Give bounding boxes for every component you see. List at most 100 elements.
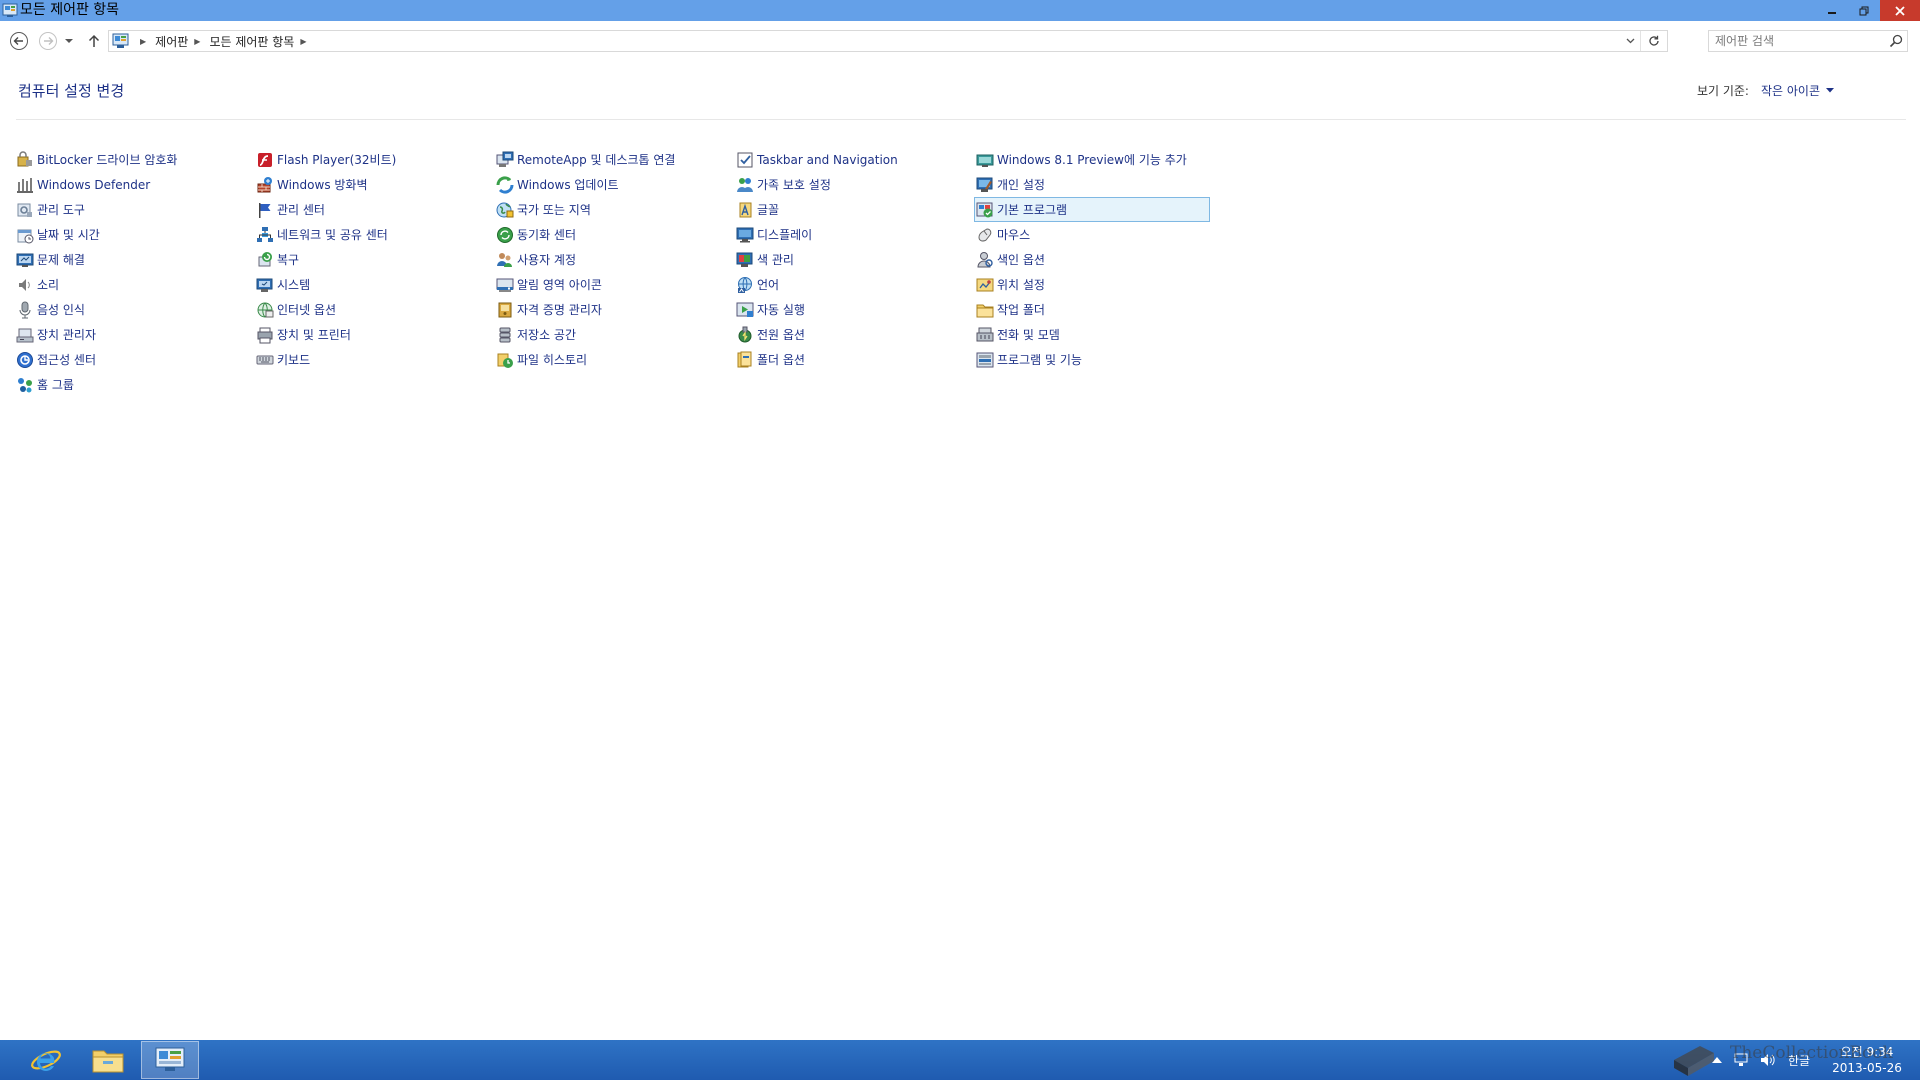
control-panel-item[interactable]: 작업 폴더 <box>974 297 1210 322</box>
control-panel-item[interactable]: 언어 <box>734 272 970 297</box>
control-panel-item[interactable]: 네트워크 및 공유 센터 <box>254 222 490 247</box>
taskbar-file-explorer[interactable] <box>80 1041 136 1079</box>
control-panel-icon <box>112 33 129 48</box>
recent-locations-button[interactable] <box>62 30 76 52</box>
back-button[interactable] <box>8 30 30 52</box>
close-button[interactable] <box>1880 0 1920 21</box>
control-panel-item-label: Windows 방화벽 <box>277 178 368 192</box>
control-panel-item[interactable]: 음성 인식 <box>14 297 250 322</box>
watermark-logo-icon <box>1674 1046 1714 1076</box>
control-panel-item-label: 관리 도구 <box>37 203 85 217</box>
control-panel-item[interactable]: BitLocker 드라이브 암호화 <box>14 147 250 172</box>
control-panel-item[interactable]: 마우스 <box>974 222 1210 247</box>
windows-update-icon <box>496 175 514 194</box>
control-panel-item[interactable]: 관리 센터 <box>254 197 490 222</box>
control-panel-item[interactable]: 개인 설정 <box>974 172 1210 197</box>
control-panel-item[interactable]: 접근성 센터 <box>14 347 250 372</box>
control-panel-item[interactable]: 자격 증명 관리자 <box>494 297 730 322</box>
control-panel-item[interactable]: 디스플레이 <box>734 222 970 247</box>
control-panel-item[interactable]: 위치 설정 <box>974 272 1210 297</box>
control-panel-item[interactable]: 문제 해결 <box>14 247 250 272</box>
forward-button[interactable] <box>37 30 59 52</box>
control-panel-item-label: 시스템 <box>277 278 311 292</box>
control-panel-item-label: 저장소 공간 <box>517 328 577 342</box>
watermark: TheCollectionBook <box>1730 1043 1893 1063</box>
phone-modem-icon <box>976 326 994 344</box>
up-button[interactable] <box>83 30 105 52</box>
bitlocker-icon <box>16 150 34 169</box>
breadcrumb-separator-icon[interactable]: ▶ <box>194 37 200 46</box>
control-panel-item[interactable]: 자동 실행 <box>734 297 970 322</box>
breadcrumb-control-panel[interactable]: 제어판 <box>155 33 188 50</box>
control-panel-item[interactable]: 폴더 옵션 <box>734 347 970 372</box>
speech-recognition-icon <box>16 301 34 319</box>
ease-of-access-icon <box>16 351 34 369</box>
control-panel-item[interactable]: 날짜 및 시간 <box>14 222 250 247</box>
devices-printers-icon <box>256 326 274 344</box>
control-panel-item[interactable]: Windows 방화벽 <box>254 172 490 197</box>
control-panel-item[interactable]: Windows 업데이트 <box>494 172 730 197</box>
control-panel-item[interactable]: 소리 <box>14 272 250 297</box>
control-panel-item-label: 국가 또는 지역 <box>517 203 591 217</box>
control-panel-item[interactable]: 인터넷 옵션 <box>254 297 490 322</box>
control-panel-item[interactable]: Windows 8.1 Preview에 기능 추가 <box>974 147 1210 172</box>
homegroup-icon <box>16 376 34 394</box>
color-management-icon <box>736 251 754 269</box>
up-arrow-icon <box>88 34 100 47</box>
title-bar[interactable]: 모든 제어판 항목 <box>0 0 1920 21</box>
breadcrumb-all-items[interactable]: 모든 제어판 항목 <box>209 33 294 50</box>
control-panel-item[interactable]: 글꼴 <box>734 197 970 222</box>
control-panel-item[interactable]: 국가 또는 지역 <box>494 197 730 222</box>
work-folders-icon <box>976 301 994 319</box>
control-panel-item-label: 키보드 <box>277 353 311 367</box>
control-panel-item[interactable]: 기본 프로그램 <box>974 197 1210 222</box>
control-panel-item[interactable]: 가족 보호 설정 <box>734 172 970 197</box>
taskbar-control-panel[interactable] <box>141 1041 199 1079</box>
address-history-button[interactable] <box>1623 31 1637 51</box>
navigation-bar: ▶ 제어판 ▶ 모든 제어판 항목 ▶ <box>0 21 1920 59</box>
control-panel-item[interactable]: 전원 옵션 <box>734 322 970 347</box>
windows-defender-icon <box>16 176 34 194</box>
control-panel-item[interactable]: 사용자 계정 <box>494 247 730 272</box>
chevron-down-icon <box>1626 38 1634 44</box>
control-panel-item[interactable]: 장치 관리자 <box>14 322 250 347</box>
programs-features-icon <box>976 351 994 369</box>
control-panel-item[interactable]: 키보드 <box>254 347 490 372</box>
control-panel-item[interactable]: 파일 히스토리 <box>494 347 730 372</box>
control-panel-item-label: 디스플레이 <box>757 228 813 242</box>
view-by-dropdown[interactable]: 작은 아이콘 <box>1761 82 1820 99</box>
minimize-button[interactable] <box>1816 0 1848 21</box>
breadcrumb-separator-icon[interactable]: ▶ <box>300 37 306 46</box>
control-panel-item[interactable]: 홈 그룹 <box>14 372 250 397</box>
region-icon <box>496 201 514 219</box>
control-panel-item[interactable]: 프로그램 및 기능 <box>974 347 1210 372</box>
power-options-icon <box>736 326 754 344</box>
control-panel-item[interactable]: RemoteApp 및 데스크톱 연결 <box>494 147 730 172</box>
control-panel-item[interactable]: 동기화 센터 <box>494 222 730 247</box>
control-panel-item[interactable]: 복구 <box>254 247 490 272</box>
restore-button[interactable] <box>1848 0 1880 21</box>
control-panel-item[interactable]: 색 관리 <box>734 247 970 272</box>
control-panel-item[interactable]: 관리 도구 <box>14 197 250 222</box>
dropdown-arrow-icon[interactable] <box>1826 88 1834 93</box>
control-panel-item[interactable]: 전화 및 모뎀 <box>974 322 1210 347</box>
search-box[interactable] <box>1708 30 1908 52</box>
recovery-icon <box>256 251 274 269</box>
control-panel-item[interactable]: 저장소 공간 <box>494 322 730 347</box>
control-panel-item[interactable]: Taskbar and Navigation <box>734 147 970 172</box>
taskbar-internet-explorer[interactable] <box>18 1041 74 1079</box>
control-panel-item[interactable]: Windows Defender <box>14 172 250 197</box>
control-panel-item[interactable]: 색인 옵션 <box>974 247 1210 272</box>
display-icon <box>736 226 754 244</box>
control-panel-item[interactable]: 알림 영역 아이콘 <box>494 272 730 297</box>
search-icon[interactable] <box>1889 34 1903 48</box>
refresh-button[interactable] <box>1640 31 1667 51</box>
control-panel-item[interactable]: Flash Player(32비트) <box>254 147 490 172</box>
control-panel-item[interactable]: 장치 및 프린터 <box>254 322 490 347</box>
address-bar[interactable]: ▶ 제어판 ▶ 모든 제어판 항목 ▶ <box>108 30 1668 52</box>
fonts-icon <box>736 201 754 219</box>
page-title: 컴퓨터 설정 변경 <box>18 82 125 100</box>
breadcrumb-separator-icon[interactable]: ▶ <box>140 37 146 46</box>
search-input[interactable] <box>1715 32 1875 50</box>
control-panel-item[interactable]: 시스템 <box>254 272 490 297</box>
